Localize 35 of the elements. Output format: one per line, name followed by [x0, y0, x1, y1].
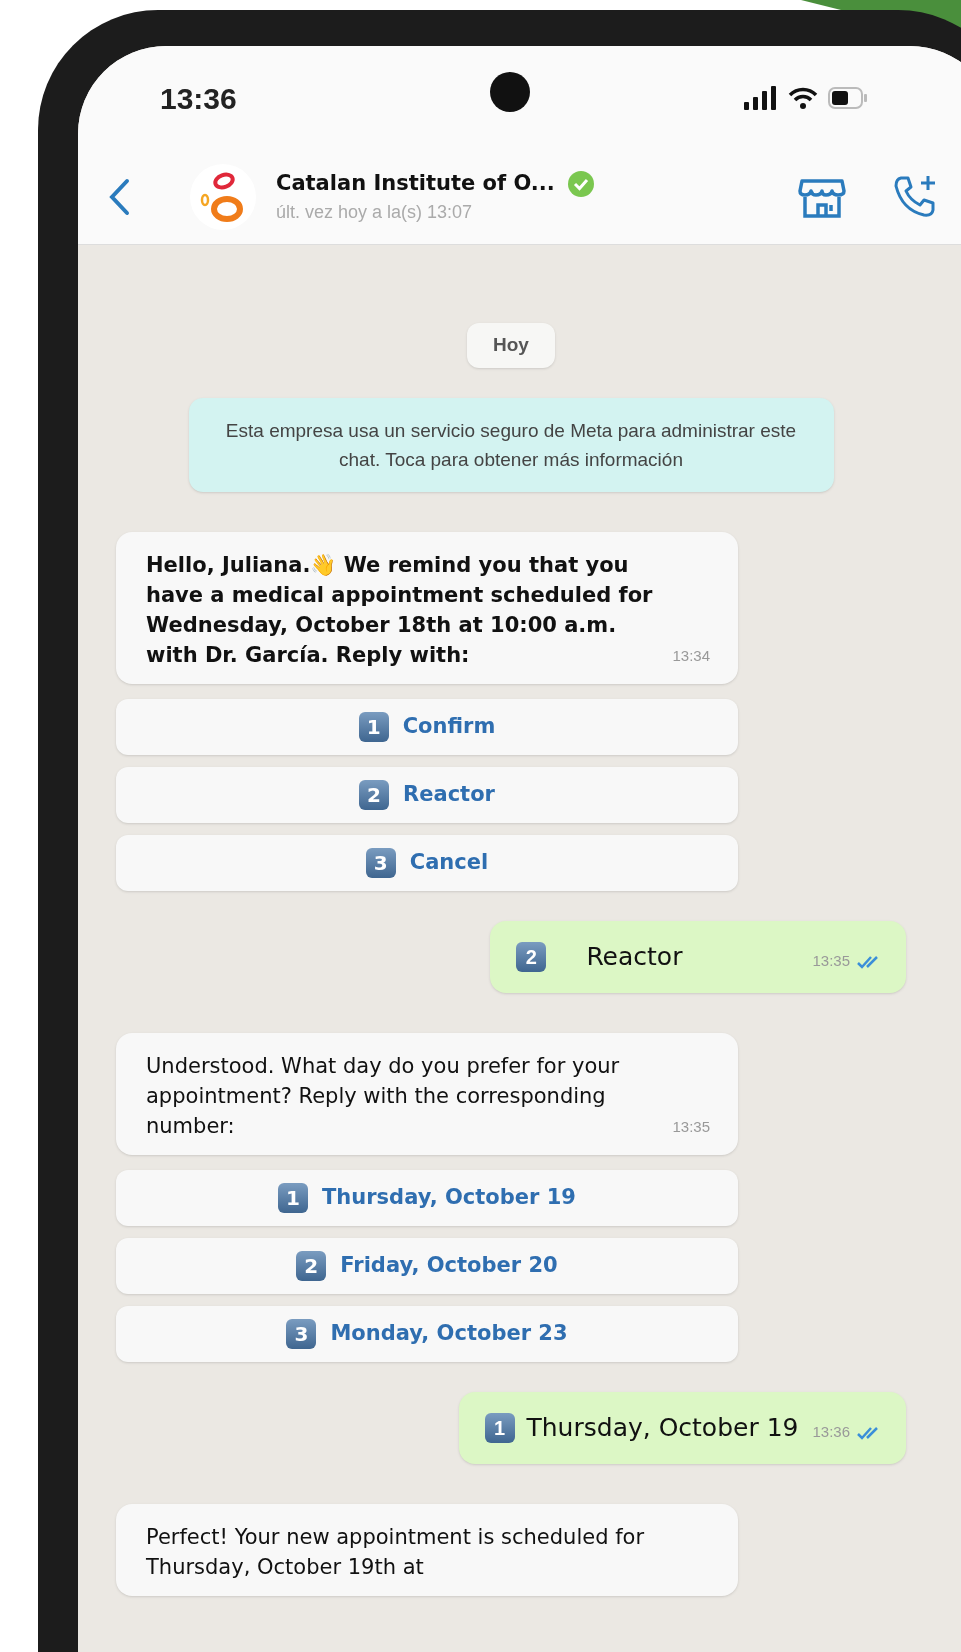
- number-keycap: 3: [365, 847, 396, 878]
- system-notice[interactable]: Esta empresa usa un servicio seguro de Meta para administrar este chat. Toca para obtener más información: [188, 397, 834, 492]
- message-time: 13:34: [672, 646, 710, 666]
- signal-icon: [744, 86, 778, 110]
- number-keycap: 2: [516, 941, 547, 972]
- reply-option[interactable]: 3 Cancel: [116, 834, 738, 891]
- message-text: Hello, Juliana.👋 We remind you that you have a medical appointment scheduled for Wednesday, October 18th at 10:00 a.m. with Dr. García. Reply with:: [146, 551, 654, 669]
- reply-option[interactable]: 3 Monday, October 23: [116, 1305, 738, 1362]
- number-keycap: 2: [359, 779, 390, 810]
- message-text: Thursday, October 19: [526, 1411, 799, 1444]
- message-text: Reactor: [586, 940, 683, 973]
- message-text: Understood. What day do you prefer for your appointment? Reply with the corresponding number:: [146, 1052, 621, 1140]
- wifi-icon: [788, 86, 818, 110]
- message-time: 13:36: [812, 1422, 850, 1443]
- add-call-icon[interactable]: [892, 174, 938, 220]
- number-keycap: 1: [278, 1182, 309, 1213]
- contact-name: Catalan Institute of O...: [276, 169, 555, 197]
- date-chip: Hoy: [467, 323, 555, 368]
- logo-icon: [200, 171, 246, 223]
- number-keycap: 1: [484, 1412, 515, 1443]
- camera-hole: [490, 72, 530, 112]
- message-text: Perfect! Your new appointment is scheduled for Thursday, October 19th at: [146, 1523, 646, 1581]
- message-time: 13:35: [812, 951, 850, 972]
- status-time: 13:36: [160, 80, 237, 117]
- last-seen-text: últ. vez hoy a la(s) 13:07: [276, 201, 474, 225]
- back-icon[interactable]: [108, 178, 130, 216]
- reply-option[interactable]: 2 Friday, October 20: [116, 1237, 738, 1294]
- reply-option[interactable]: 1 Confirm: [116, 698, 738, 755]
- reply-option[interactable]: 2 Reactor: [116, 766, 738, 823]
- number-keycap: 3: [286, 1318, 317, 1349]
- battery-icon: [828, 87, 868, 109]
- reply-option[interactable]: 1 Thursday, October 19: [116, 1169, 738, 1226]
- number-keycap: 1: [358, 711, 389, 742]
- number-keycap: 2: [296, 1250, 327, 1281]
- message-time: 13:35: [672, 1117, 710, 1137]
